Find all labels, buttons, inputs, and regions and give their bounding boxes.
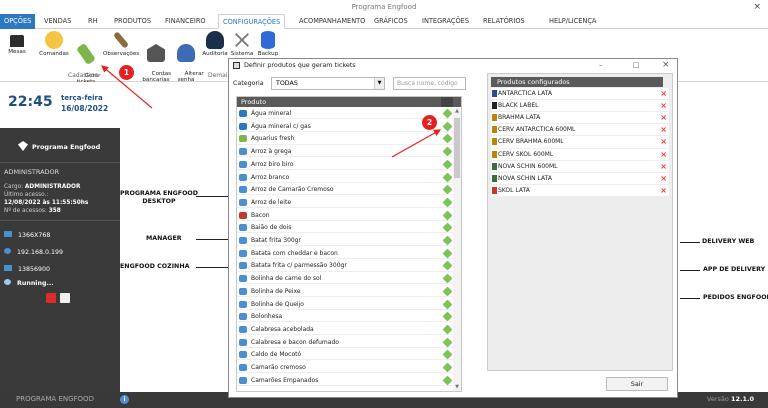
arrow-to-edit-icon [391, 129, 442, 158]
arrow-to-gerar-tickets [101, 65, 153, 109]
annotation-arrows [101, 65, 442, 158]
app-window: Programa Engfood × OPÇÕES VENDAS RH PROD… [0, 0, 768, 408]
